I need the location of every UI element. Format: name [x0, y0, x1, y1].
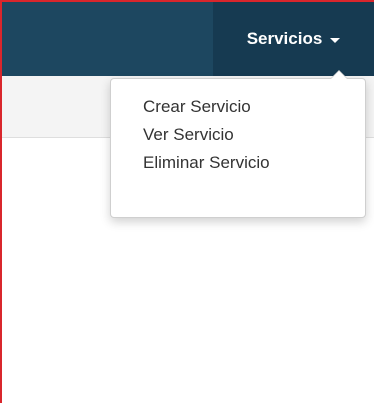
servicios-menu-label: Servicios [246, 29, 323, 48]
menu-item-eliminar-servicio[interactable]: Eliminar Servicio [111, 149, 365, 177]
page: Servicios Crear Servicio Ver Servicio El… [0, 0, 374, 403]
servicios-dropdown-menu: Crear Servicio Ver Servicio Eliminar Ser… [110, 70, 366, 218]
caret-down-icon [330, 37, 341, 43]
servicios-menu-toggle[interactable]: Servicios [213, 2, 374, 76]
navbar: Servicios [2, 2, 374, 76]
menu-item-ver-servicio[interactable]: Ver Servicio [111, 121, 365, 149]
menu-item-crear-servicio[interactable]: Crear Servicio [111, 93, 365, 121]
